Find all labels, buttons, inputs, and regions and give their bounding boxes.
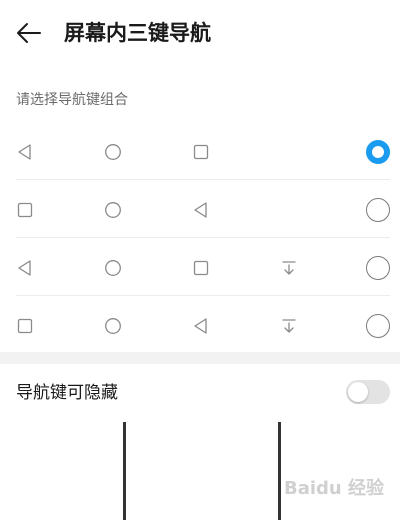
recents-square-icon [16,317,34,335]
option-radio[interactable] [366,256,390,280]
nav-option-4[interactable] [16,298,390,354]
back-triangle-icon [16,143,34,161]
divider [16,179,390,180]
home-circle-icon [104,259,122,277]
hide-nav-switch[interactable] [346,380,390,404]
section-label: 请选择导航键组合 [16,92,128,108]
option-radio[interactable] [366,198,390,222]
option-radio-selected[interactable] [366,140,390,164]
phone-frame-line [123,422,126,520]
nav-option-2[interactable] [16,182,390,238]
hide-nav-row: 导航键可隐藏 [0,364,400,420]
arrow-left-icon [17,23,41,43]
page-title: 屏幕内三键导航 [64,21,211,45]
divider [16,237,390,238]
nav-option-1[interactable] [16,124,390,180]
phone-frame-line [278,422,281,520]
hide-nav-label: 导航键可隐藏 [16,383,118,403]
home-circle-icon [104,201,122,219]
recents-square-icon [192,259,210,277]
option-radio[interactable] [366,314,390,338]
recents-square-icon [16,201,34,219]
back-triangle-icon [192,201,210,219]
section-gap [0,352,400,364]
notification-pulldown-icon [280,259,298,277]
nav-option-3[interactable] [16,240,390,296]
notification-pulldown-icon [280,317,298,335]
back-triangle-icon [192,317,210,335]
back-triangle-icon [16,259,34,277]
back-button[interactable] [14,18,44,48]
home-circle-icon [104,143,122,161]
home-circle-icon [104,317,122,335]
divider [16,295,390,296]
switch-knob [348,382,368,402]
recents-square-icon [192,143,210,161]
header: 屏幕内三键导航 [0,0,400,68]
watermark: Baidu 经验 [284,478,385,499]
